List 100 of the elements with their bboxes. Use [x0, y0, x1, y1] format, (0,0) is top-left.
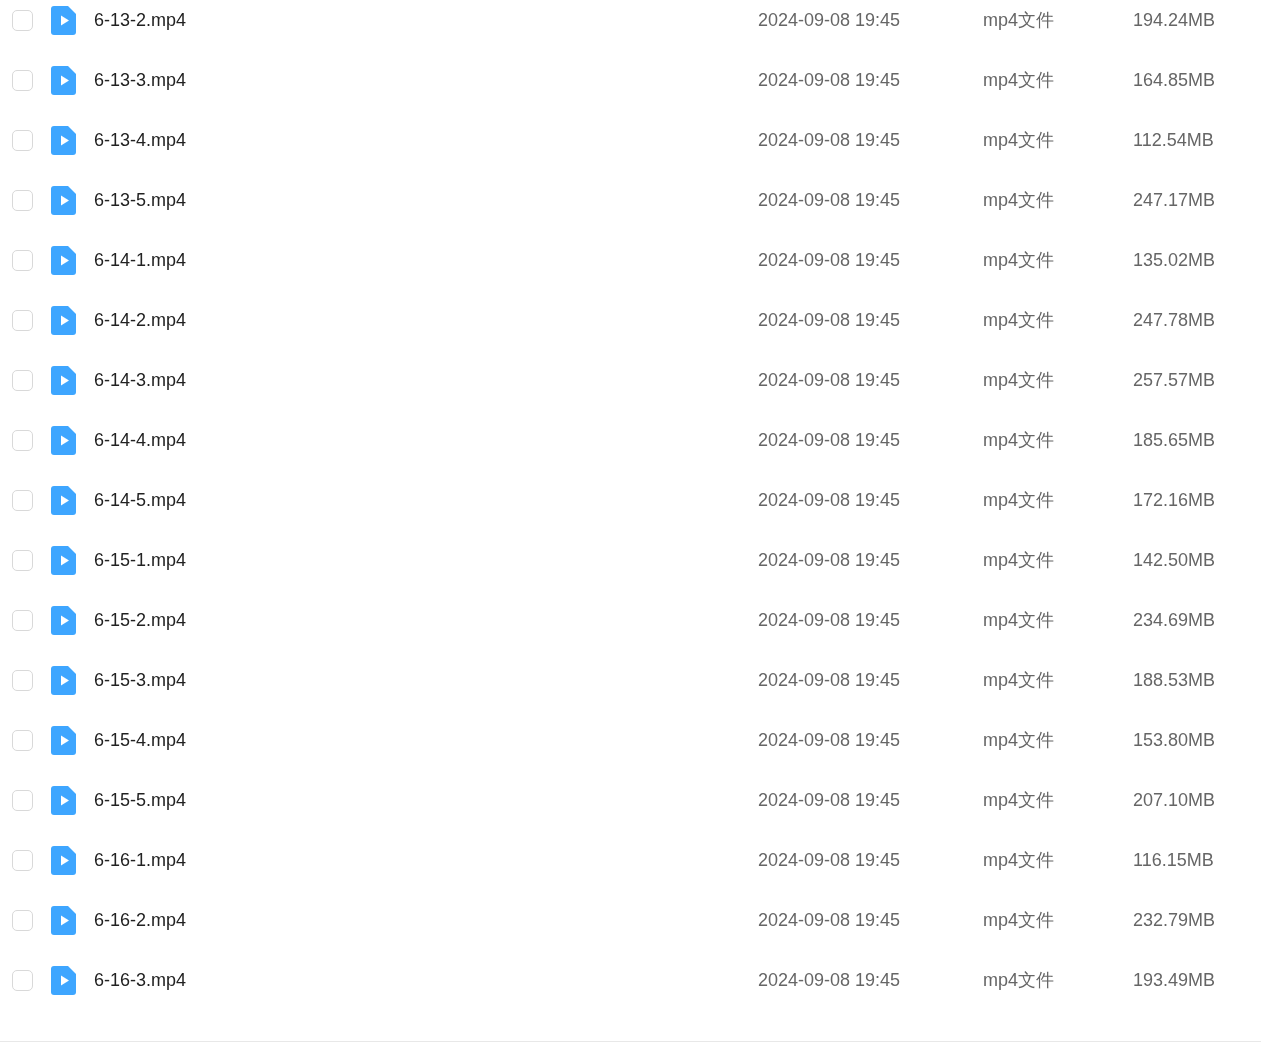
- video-file-icon: [51, 485, 76, 515]
- video-file-icon: [51, 965, 76, 995]
- file-type: mp4文件: [983, 548, 1055, 572]
- row-checkbox[interactable]: [12, 549, 33, 571]
- row-checkbox[interactable]: [12, 849, 33, 871]
- file-type: mp4文件: [983, 428, 1055, 452]
- video-file-icon: [51, 125, 76, 155]
- file-name[interactable]: 6-13-4.mp4: [94, 126, 758, 154]
- file-size: 172.16MB: [1133, 488, 1216, 512]
- file-size: 247.17MB: [1133, 188, 1216, 212]
- file-type: mp4文件: [983, 248, 1055, 272]
- file-name[interactable]: 6-15-2.mp4: [94, 606, 758, 634]
- file-type: mp4文件: [983, 968, 1055, 992]
- modified-date: 2024-09-08 19:45: [758, 428, 902, 452]
- file-type: mp4文件: [983, 788, 1055, 812]
- video-file-icon: [51, 905, 76, 935]
- video-file-icon: [51, 185, 76, 215]
- file-size: 112.54MB: [1133, 128, 1214, 152]
- file-name[interactable]: 6-14-2.mp4: [94, 306, 758, 334]
- row-checkbox[interactable]: [12, 669, 33, 691]
- row-checkbox[interactable]: [12, 369, 33, 391]
- file-name[interactable]: 6-16-3.mp4: [94, 966, 758, 994]
- file-type: mp4文件: [983, 848, 1055, 872]
- modified-date: 2024-09-08 19:45: [758, 668, 902, 692]
- modified-date: 2024-09-08 19:45: [758, 188, 902, 212]
- file-size: 135.02MB: [1133, 248, 1216, 272]
- file-size: 164.85MB: [1133, 68, 1216, 92]
- file-type: mp4文件: [983, 488, 1055, 512]
- file-type: mp4文件: [983, 728, 1055, 752]
- file-type: mp4文件: [983, 668, 1055, 692]
- modified-date: 2024-09-08 19:45: [758, 728, 902, 752]
- video-file-icon: [51, 665, 76, 695]
- modified-date: 2024-09-08 19:45: [758, 8, 902, 32]
- video-file-icon: [51, 845, 76, 875]
- video-file-icon: [51, 365, 76, 395]
- row-checkbox[interactable]: [12, 969, 33, 991]
- video-file-icon: [51, 65, 76, 95]
- row-checkbox[interactable]: [12, 249, 33, 271]
- modified-date: 2024-09-08 19:45: [758, 848, 902, 872]
- file-type: mp4文件: [983, 608, 1055, 632]
- file-size: 207.10MB: [1133, 788, 1216, 812]
- row-checkbox[interactable]: [12, 609, 33, 631]
- file-size: 234.69MB: [1133, 608, 1216, 632]
- file-size: 232.79MB: [1133, 908, 1216, 932]
- file-name[interactable]: 6-16-1.mp4: [94, 846, 758, 874]
- video-file-icon: [51, 725, 76, 755]
- modified-date: 2024-09-08 19:45: [758, 608, 902, 632]
- modified-date: 2024-09-08 19:45: [758, 488, 902, 512]
- modified-date: 2024-09-08 19:45: [758, 248, 902, 272]
- row-checkbox[interactable]: [12, 729, 33, 751]
- file-name[interactable]: 6-14-4.mp4: [94, 426, 758, 454]
- file-name[interactable]: 6-14-3.mp4: [94, 366, 758, 394]
- modified-date: 2024-09-08 19:45: [758, 308, 902, 332]
- file-size: 153.80MB: [1133, 728, 1216, 752]
- modified-date: 2024-09-08 19:45: [758, 68, 902, 92]
- row-checkbox[interactable]: [12, 9, 33, 31]
- video-file-icon: [51, 785, 76, 815]
- file-size: 257.57MB: [1133, 368, 1216, 392]
- file-type: mp4文件: [983, 368, 1055, 392]
- file-name[interactable]: 6-15-5.mp4: [94, 786, 758, 814]
- modified-date: 2024-09-08 19:45: [758, 908, 902, 932]
- file-type: mp4文件: [983, 68, 1055, 92]
- row-checkbox[interactable]: [12, 189, 33, 211]
- file-type: mp4文件: [983, 128, 1055, 152]
- file-name[interactable]: 6-14-5.mp4: [94, 486, 758, 514]
- modified-date: 2024-09-08 19:45: [758, 368, 902, 392]
- row-checkbox[interactable]: [12, 429, 33, 451]
- file-size: 116.15MB: [1133, 848, 1214, 872]
- file-type: mp4文件: [983, 908, 1055, 932]
- file-name[interactable]: 6-13-3.mp4: [94, 66, 758, 94]
- file-name[interactable]: 6-13-5.mp4: [94, 186, 758, 214]
- video-file-icon: [51, 425, 76, 455]
- row-checkbox[interactable]: [12, 129, 33, 151]
- file-size: 194.24MB: [1133, 8, 1216, 32]
- video-file-icon: [51, 5, 76, 35]
- file-name[interactable]: 6-15-3.mp4: [94, 666, 758, 694]
- file-name[interactable]: 6-15-4.mp4: [94, 726, 758, 754]
- modified-date: 2024-09-08 19:45: [758, 968, 902, 992]
- file-size: 193.49MB: [1133, 968, 1216, 992]
- row-checkbox[interactable]: [12, 309, 33, 331]
- row-checkbox[interactable]: [12, 909, 33, 931]
- file-size: 247.78MB: [1133, 308, 1216, 332]
- modified-date: 2024-09-08 19:45: [758, 788, 902, 812]
- file-name[interactable]: 6-16-2.mp4: [94, 906, 758, 934]
- file-name[interactable]: 6-14-1.mp4: [94, 246, 758, 274]
- video-file-icon: [51, 545, 76, 575]
- file-size: 188.53MB: [1133, 668, 1216, 692]
- file-type: mp4文件: [983, 308, 1055, 332]
- video-file-icon: [51, 305, 76, 335]
- file-size: 185.65MB: [1133, 428, 1216, 452]
- video-file-icon: [51, 245, 76, 275]
- file-type: mp4文件: [983, 8, 1055, 32]
- file-name[interactable]: 6-13-2.mp4: [94, 6, 758, 34]
- row-checkbox[interactable]: [12, 489, 33, 511]
- modified-date: 2024-09-08 19:45: [758, 548, 902, 572]
- row-checkbox[interactable]: [12, 69, 33, 91]
- file-size: 142.50MB: [1133, 548, 1216, 572]
- file-name[interactable]: 6-15-1.mp4: [94, 546, 758, 574]
- row-checkbox[interactable]: [12, 789, 33, 811]
- file-type: mp4文件: [983, 188, 1055, 212]
